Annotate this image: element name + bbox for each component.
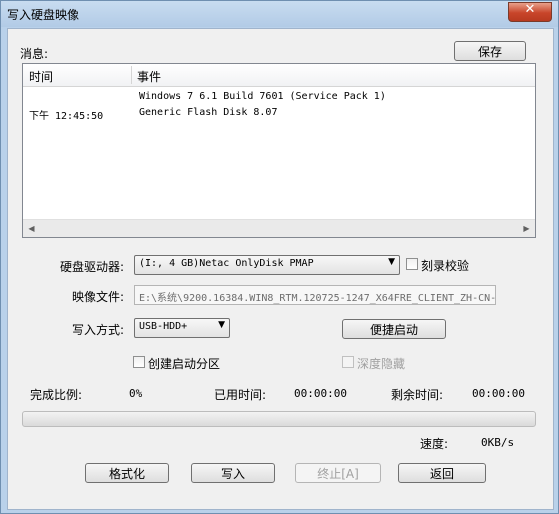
image-file-field[interactable]: E:\系统\9200.16384.WIN8_RTM.120725-1247_X6…: [134, 285, 496, 305]
speed-value: 0KB/s: [481, 436, 515, 449]
verify-label: 刻录校验: [421, 259, 470, 273]
progress-bar: [22, 411, 536, 427]
message-list[interactable]: 时间 事件 Windows 7 6.1 Build 7601 (Service …: [22, 63, 536, 238]
row-event: Generic Flash Disk 8.07: [139, 107, 278, 118]
back-button[interactable]: 返回: [398, 463, 486, 483]
save-button[interactable]: 保存: [454, 41, 526, 61]
close-button[interactable]: ✕: [508, 2, 552, 22]
drive-select[interactable]: (I:, 4 GB)Netac OnlyDisk PMAP ▼: [134, 255, 400, 275]
complete-ratio-label: 完成比例:: [30, 388, 83, 402]
write-mode-value: USB-HDD+: [139, 321, 188, 332]
write-disk-image-window: 写入硬盘映像 ✕ 消息: 保存 时间 事件 Windows 7 6.1 Buil…: [0, 0, 559, 514]
title-bar[interactable]: 写入硬盘映像 ✕: [1, 1, 558, 27]
column-header-event[interactable]: 事件: [137, 68, 161, 85]
window-title: 写入硬盘映像: [7, 8, 80, 22]
write-mode-select[interactable]: USB-HDD+ ▼: [134, 318, 230, 338]
remaining-time-label: 剩余时间:: [391, 388, 444, 402]
quick-boot-button[interactable]: 便捷启动: [342, 319, 446, 339]
drive-label: 硬盘驱动器:: [60, 260, 125, 274]
write-button[interactable]: 写入: [191, 463, 275, 483]
verify-checkbox[interactable]: [406, 258, 418, 270]
write-mode-label: 写入方式:: [72, 323, 125, 337]
format-button[interactable]: 格式化: [85, 463, 169, 483]
elapsed-time-label: 已用时间:: [214, 388, 267, 402]
dialog-body: 消息: 保存 时间 事件 Windows 7 6.1 Build 7601 (S…: [7, 28, 554, 510]
column-divider[interactable]: [131, 66, 132, 84]
chevron-down-icon: ▼: [218, 320, 225, 330]
column-header-time[interactable]: 时间: [29, 68, 53, 85]
messages-label: 消息:: [20, 47, 49, 61]
row-event: Windows 7 6.1 Build 7601 (Service Pack 1…: [139, 91, 386, 102]
scroll-left-icon[interactable]: ◀: [23, 220, 40, 237]
horizontal-scrollbar[interactable]: ◀ ▶: [23, 219, 535, 237]
elapsed-time-value: 00:00:00: [294, 387, 347, 400]
create-boot-partition-checkbox[interactable]: [133, 356, 145, 368]
scroll-right-icon[interactable]: ▶: [518, 220, 535, 237]
chevron-down-icon: ▼: [388, 257, 395, 267]
image-file-value: E:\系统\9200.16384.WIN8_RTM.120725-1247_X6…: [139, 293, 496, 304]
row-time: 下午 12:45:50: [29, 111, 104, 122]
remaining-time-value: 00:00:00: [472, 387, 525, 400]
drive-select-value: (I:, 4 GB)Netac OnlyDisk PMAP: [139, 258, 314, 269]
deep-hide-label: 深度隐藏: [357, 357, 406, 371]
abort-button[interactable]: 终止[A]: [295, 463, 381, 483]
close-icon: ✕: [524, 2, 536, 17]
speed-label: 速度:: [420, 437, 449, 451]
image-file-label: 映像文件:: [72, 290, 125, 304]
complete-ratio-value: 0%: [129, 387, 143, 400]
create-boot-partition-label: 创建启动分区: [148, 357, 221, 371]
deep-hide-checkbox[interactable]: [342, 356, 354, 368]
list-header: 时间 事件: [23, 64, 535, 87]
